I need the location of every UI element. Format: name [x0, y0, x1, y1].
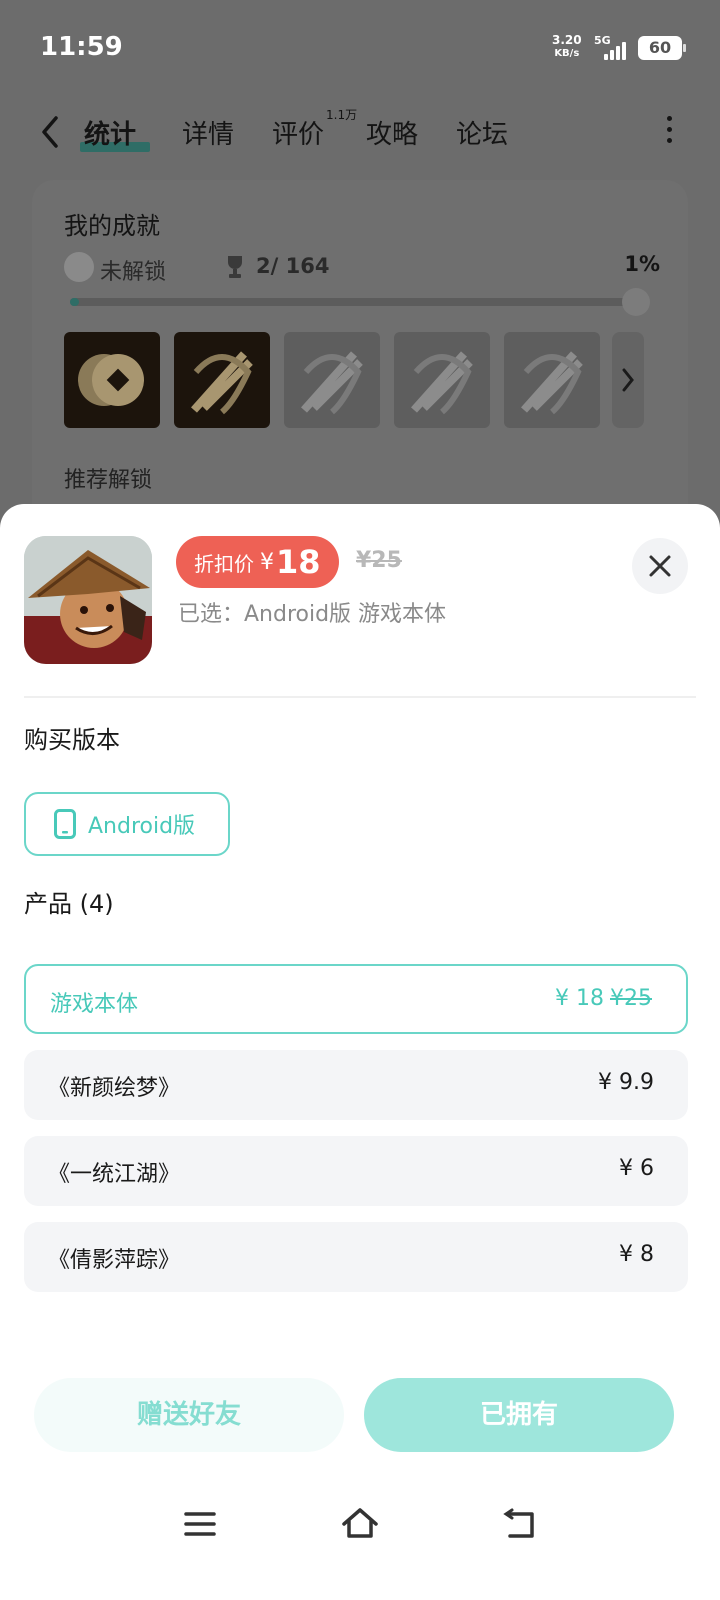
menu-icon[interactable] — [180, 1504, 220, 1544]
product-price: ¥ 18 ¥25 — [555, 986, 652, 1011]
product-item-dlc-2[interactable]: 《一统江湖》 ¥ 6 — [24, 1136, 688, 1206]
tab-stats[interactable]: 统计 — [84, 114, 136, 151]
product-item-base-game[interactable]: 游戏本体 ¥ 18 ¥25 — [24, 964, 688, 1034]
phone-icon — [54, 809, 76, 839]
gift-friend-button[interactable]: 赠送好友 — [34, 1378, 344, 1452]
product-item-dlc-1[interactable]: 《新颜绘梦》 ¥ 9.9 — [24, 1050, 688, 1120]
back-arrow-icon[interactable] — [36, 112, 66, 152]
signal-icon — [604, 42, 630, 60]
divider — [24, 696, 696, 698]
tab-forum[interactable]: 论坛 — [456, 114, 508, 151]
achievement-count: 2/ 164 — [256, 254, 330, 278]
net-speed: 3.20 KB/s — [552, 34, 582, 60]
chevron-right-icon[interactable] — [612, 332, 644, 428]
return-icon[interactable] — [500, 1504, 540, 1544]
product-name: 《新颜绘梦》 — [48, 1076, 181, 1101]
top-nav: 统计 详情 评价 1.1万 攻略 论坛 — [0, 100, 720, 170]
achievements-card: 我的成就 未解锁 2/ 164 1% 推荐解锁 — [32, 180, 688, 540]
discount-price: 18 — [276, 543, 321, 581]
achievements-summary: 未解锁 2/ 164 1% — [64, 252, 664, 285]
tab-reviews[interactable]: 评价 — [272, 114, 324, 151]
reviews-count-badge: 1.1万 — [326, 108, 358, 122]
achievement-progress-bar — [70, 298, 636, 306]
achievements-title: 我的成就 — [64, 212, 160, 240]
status-time: 11:59 — [40, 32, 123, 62]
locked-sword-badge-icon[interactable] — [394, 332, 490, 428]
tab-guides[interactable]: 攻略 — [366, 114, 418, 151]
products-title: 产品 (4) — [24, 890, 114, 918]
product-price: ¥ 9.9 — [598, 1070, 654, 1095]
achievement-percent: 1% — [624, 252, 660, 276]
status-bar: 11:59 3.20 KB/s 5G 60 — [0, 0, 720, 96]
coin-badge-icon[interactable] — [64, 332, 160, 428]
purchase-sheet: 折扣价 ¥ 18 ¥25 已选：Android版 游戏本体 购买版本 Andro… — [0, 504, 720, 1600]
product-name: 游戏本体 — [50, 992, 139, 1017]
net-speed-unit: KB/s — [554, 48, 580, 59]
product-original-price: ¥25 — [610, 986, 652, 1011]
system-nav-bar — [0, 1494, 720, 1574]
net-speed-value: 3.20 — [552, 33, 582, 47]
product-name: 《一统江湖》 — [48, 1162, 181, 1187]
version-section-title: 购买版本 — [24, 726, 120, 754]
owned-button[interactable]: 已拥有 — [364, 1378, 674, 1452]
more-vertical-icon[interactable] — [664, 116, 674, 146]
product-price: ¥ 8 — [619, 1242, 654, 1267]
discount-label: 折扣价 — [194, 551, 254, 576]
game-cover-image — [24, 536, 152, 664]
locked-sword-badge-icon[interactable] — [284, 332, 380, 428]
product-item-dlc-3[interactable]: 《倩影萍踪》 ¥ 8 — [24, 1222, 688, 1292]
recommend-label: 推荐解锁 — [64, 468, 153, 493]
product-name: 《倩影萍踪》 — [48, 1248, 181, 1273]
discount-price-badge: 折扣价 ¥ 18 — [176, 536, 339, 588]
locked-achievement-icon — [64, 252, 94, 282]
tab-details[interactable]: 详情 — [182, 114, 234, 151]
battery-icon: 60 — [638, 36, 686, 60]
sword-badge-icon[interactable] — [174, 332, 270, 428]
locked-sword-badge-icon[interactable] — [504, 332, 600, 428]
original-price: ¥25 — [356, 548, 402, 573]
home-icon[interactable] — [340, 1504, 380, 1544]
product-price: ¥ 6 — [619, 1156, 654, 1181]
locked-label: 未解锁 — [100, 260, 167, 285]
currency-symbol: ¥ — [260, 549, 274, 575]
selected-summary: 已选：Android版 游戏本体 — [178, 602, 447, 627]
version-android-option[interactable]: Android版 — [24, 792, 230, 856]
version-label: Android版 — [88, 814, 196, 839]
achievement-progress-fill — [70, 298, 80, 306]
trophy-icon — [228, 256, 242, 278]
product-price-value: ¥ 18 — [555, 986, 604, 1011]
progress-end-icon — [622, 288, 650, 316]
close-icon[interactable] — [632, 538, 688, 594]
